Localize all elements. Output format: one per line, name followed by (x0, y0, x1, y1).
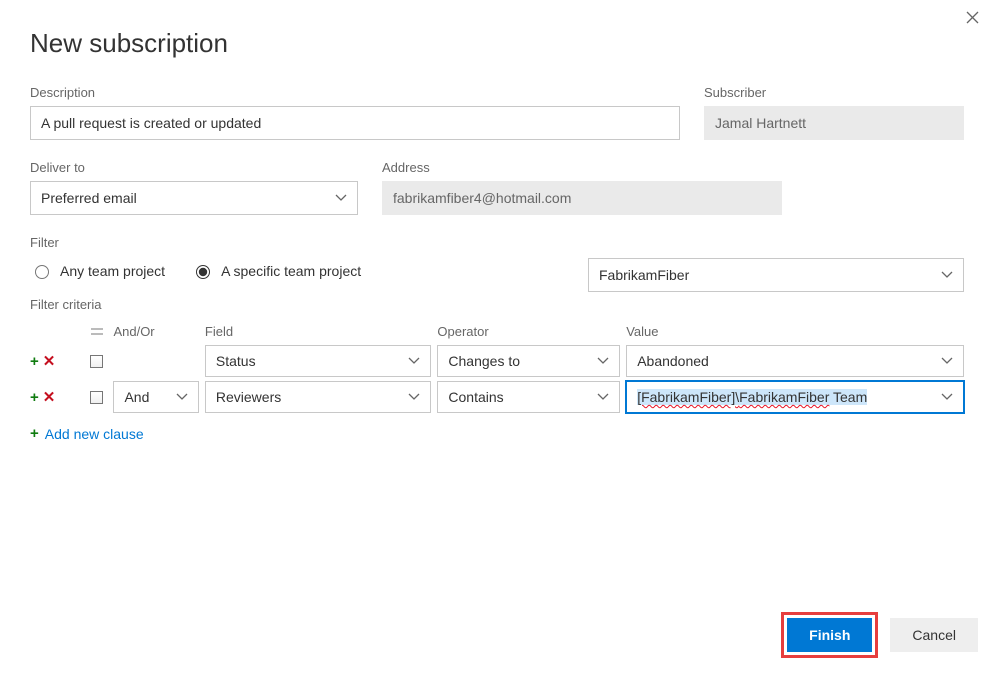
header-operator: Operator (437, 324, 626, 339)
chevron-down-icon (941, 393, 953, 401)
value-seg: FabrikamFiber (739, 389, 829, 405)
delete-row-icon[interactable]: ✕ (43, 352, 56, 370)
description-value: A pull request is created or updated (41, 115, 261, 131)
finish-highlight: Finish (781, 612, 878, 658)
grip-icon (91, 326, 103, 338)
criteria-header-row: And/Or Field Operator Value (30, 324, 964, 339)
filter-criteria-label: Filter criteria (30, 297, 964, 312)
filter-any-label: Any team project (60, 263, 165, 279)
filter-any-option[interactable]: Any team project (30, 262, 165, 279)
dialog-title: New subscription (30, 28, 964, 59)
delete-row-icon[interactable]: ✕ (43, 388, 56, 406)
chevron-down-icon (941, 357, 953, 365)
subscriber-value: Jamal Hartnett (715, 115, 806, 131)
operator-select[interactable]: Changes to (437, 345, 620, 377)
add-row-icon[interactable]: + (30, 353, 39, 370)
header-andor: And/Or (113, 324, 204, 339)
header-field: Field (205, 324, 438, 339)
add-new-clause-link[interactable]: + Add new clause (30, 425, 964, 442)
chevron-down-icon (408, 393, 420, 401)
chevron-down-icon (335, 194, 347, 202)
row-checkbox[interactable] (90, 391, 103, 404)
project-select[interactable]: FabrikamFiber (588, 258, 964, 292)
filter-scope-radiogroup: Any team project A specific team project (30, 262, 361, 279)
value-input[interactable]: [FabrikamFiber]\FabrikamFiber Team (626, 381, 964, 413)
criteria-row: + ✕ Status Changes to Abandoned (30, 343, 964, 379)
value-seg: [FabrikamFiber]\ (637, 389, 739, 405)
finish-button[interactable]: Finish (787, 618, 872, 652)
add-row-icon[interactable]: + (30, 389, 39, 406)
address-value: fabrikamfiber4@hotmail.com (393, 190, 571, 206)
add-new-clause-label: Add new clause (45, 426, 144, 442)
cancel-label: Cancel (912, 627, 956, 643)
operator-select[interactable]: Contains (437, 381, 620, 413)
field-select[interactable]: Reviewers (205, 381, 432, 413)
description-label: Description (30, 85, 680, 100)
chevron-down-icon (597, 357, 609, 365)
filter-specific-radio[interactable] (196, 265, 210, 279)
deliver-to-label: Deliver to (30, 160, 358, 175)
finish-label: Finish (809, 627, 850, 643)
value-select[interactable]: Abandoned (626, 345, 964, 377)
chevron-down-icon (597, 393, 609, 401)
andor-select[interactable]: And (113, 381, 198, 413)
chevron-down-icon (941, 271, 953, 279)
filter-any-radio[interactable] (35, 265, 49, 279)
criteria-row: + ✕ And Reviewers Contains [Fa (30, 379, 964, 415)
field-value: Reviewers (216, 389, 281, 405)
filter-specific-option[interactable]: A specific team project (191, 262, 361, 279)
deliver-to-value: Preferred email (41, 190, 137, 206)
address-display: fabrikamfiber4@hotmail.com (382, 181, 782, 215)
header-value: Value (626, 324, 964, 339)
project-value: FabrikamFiber (599, 267, 689, 283)
dialog-footer: Finish Cancel (781, 612, 978, 658)
filter-specific-label: A specific team project (221, 263, 361, 279)
close-icon[interactable] (962, 10, 982, 30)
operator-value: Changes to (448, 353, 520, 369)
field-select[interactable]: Status (205, 345, 432, 377)
value-text: [FabrikamFiber]\FabrikamFiber Team (637, 389, 867, 405)
subscriber-label: Subscriber (704, 85, 964, 100)
subscriber-display: Jamal Hartnett (704, 106, 964, 140)
plus-icon: + (30, 425, 39, 442)
deliver-to-select[interactable]: Preferred email (30, 181, 358, 215)
description-input[interactable]: A pull request is created or updated (30, 106, 680, 140)
field-value: Status (216, 353, 256, 369)
andor-value: And (124, 389, 149, 405)
value-seg: Team (829, 389, 867, 405)
cancel-button[interactable]: Cancel (890, 618, 978, 652)
address-label: Address (382, 160, 782, 175)
chevron-down-icon (176, 393, 188, 401)
new-subscription-dialog: New subscription Description A pull requ… (0, 0, 994, 676)
value-text: Abandoned (637, 353, 709, 369)
chevron-down-icon (408, 357, 420, 365)
operator-value: Contains (448, 389, 503, 405)
row-checkbox[interactable] (90, 355, 103, 368)
filter-label: Filter (30, 235, 964, 250)
